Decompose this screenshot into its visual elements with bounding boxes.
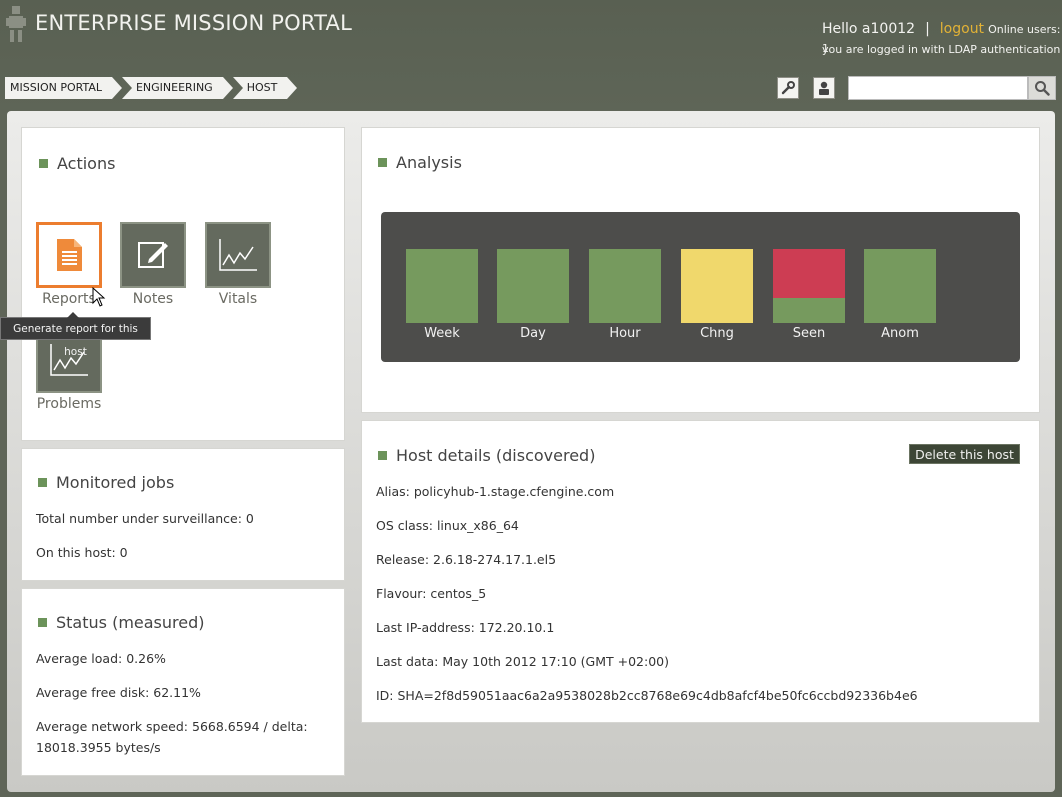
jobs-total: Total number under surveillance: 0 [36,511,254,526]
section-marker-icon [39,159,48,168]
host-alias: Alias: policyhub-1.stage.cfengine.com [376,484,615,499]
average-network-delta: 18018.3955 bytes/s [36,740,161,755]
delete-host-button[interactable]: Delete this host [909,444,1020,464]
monitored-jobs-title-text: Monitored jobs [56,473,175,492]
host-details-title: Host details (discovered) [378,446,595,465]
user-button[interactable] [813,77,835,99]
analysis-title: Analysis [378,153,462,172]
chart-line-icon [219,239,257,271]
settings-button[interactable] [777,77,799,99]
search-icon [1035,81,1050,96]
tile-label-hour: Hour [609,326,641,341]
analysis-tile-week[interactable] [406,249,478,323]
analysis-tile-day[interactable] [497,249,569,323]
tile-label-day: Day [520,326,546,341]
section-marker-icon [378,158,387,167]
vitals-label: Vitals [218,291,258,307]
host-last-ip: Last IP-address: 172.20.10.1 [376,620,555,635]
auth-info: you are logged in with LDAP authenticati… [822,43,1061,56]
header-bar: ENTERPRISE MISSION PORTAL Hello a10012 | l… [0,0,1062,110]
host-release: Release: 2.6.18-274.17.1.el5 [376,552,557,567]
average-network-speed: Average network speed: 5668.6594 / delta… [36,719,308,734]
host-details-title-text: Host details (discovered) [396,446,596,465]
notes-button[interactable] [120,222,186,288]
breadcrumb: MISSION PORTAL ENGINEERING HOST [5,77,297,99]
analysis-tile-anom[interactable] [864,249,936,323]
host-details-panel [361,420,1040,723]
status-title-text: Status (measured) [56,613,205,632]
host-flavour: Flavour: centos_5 [376,586,487,601]
wrench-icon [781,81,795,95]
tile-label-week: Week [424,326,460,341]
analysis-tile-hour[interactable] [589,249,661,323]
section-marker-icon [38,478,47,487]
logo-icon [6,6,26,42]
tile-label-seen: Seen [792,326,826,341]
search-button[interactable] [1028,76,1056,100]
section-marker-icon [38,618,47,627]
edit-icon [138,242,168,268]
reports-tooltip: Generate report for this host [0,312,151,358]
greeting: Hello a10012 [822,21,916,37]
actions-title-text: Actions [57,154,116,173]
logout-link[interactable]: logout [940,21,984,37]
mouse-cursor-icon [92,287,106,307]
average-free-disk: Average free disk: 62.11% [36,685,201,700]
tile-label-chng: Chng [700,326,734,341]
document-icon [57,239,82,271]
host-os-class: OS class: linux_x86_64 [376,518,519,533]
host-last-data: Last data: May 10th 2012 17:10 (GMT +02:… [376,654,669,669]
reports-button[interactable] [36,222,102,288]
average-load: Average load: 0.26% [36,651,166,666]
section-marker-icon [378,451,387,460]
notes-label: Notes [132,291,174,307]
app-title: ENTERPRISE MISSION PORTAL [35,11,352,35]
host-id: ID: SHA=2f8d59051aac6a2a9538028b2cc8768e… [376,688,918,703]
analysis-tile-chng[interactable] [681,249,753,323]
analysis-tiles: Week Day Hour Chng Seen Anom [381,212,1020,362]
status-title: Status (measured) [38,613,205,632]
breadcrumb-host[interactable]: HOST [232,77,297,99]
monitored-jobs-title: Monitored jobs [38,473,174,492]
breadcrumb-mission-portal[interactable]: MISSION PORTAL [5,77,122,99]
tile-label-anom: Anom [881,326,919,341]
jobs-this-host: On this host: 0 [36,545,128,560]
actions-title: Actions [39,154,115,173]
analysis-tile-seen[interactable] [773,249,845,323]
breadcrumb-engineering[interactable]: ENGINEERING [121,77,233,99]
analysis-title-text: Analysis [396,153,462,172]
problems-label: Problems [36,396,102,412]
vitals-button[interactable] [205,222,271,288]
separator: | [925,21,930,37]
search-input[interactable] [848,76,1028,100]
user-icon [819,81,829,95]
